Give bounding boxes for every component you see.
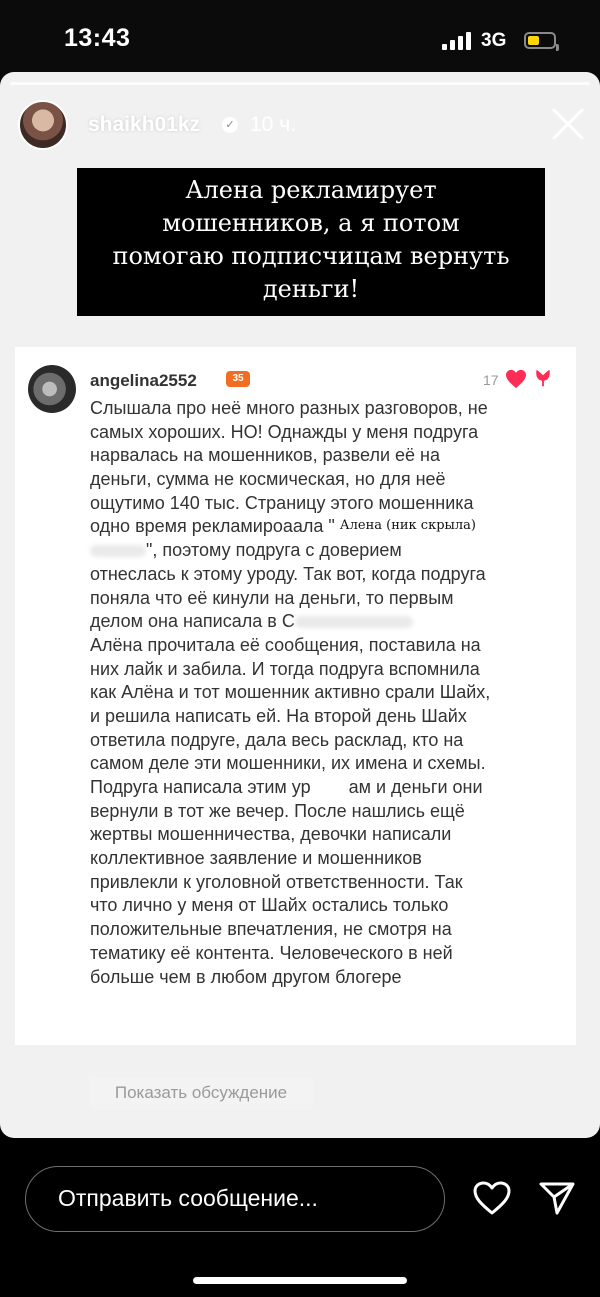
comment-line: привлекли к уголовной ответственности. Т… [90,871,463,892]
level-badge: 35 [226,371,250,387]
caption-line: деньги! [262,275,360,303]
comment-line: и решила написать ей. На второй день Шай… [90,705,467,726]
comment-line: Алёна прочитала её сообщения, поставила … [90,634,481,655]
story-username[interactable]: shaikh01kz [88,113,200,137]
reply-bar: Отправить сообщение... [0,1138,600,1297]
handwritten-annotation: Алена (ник скрыла) [339,518,476,534]
comment-line: нарвалась на мошенников, развели её на [90,445,440,466]
comment-line-text: ам и деньги они [348,777,483,797]
status-bar: 13:43 3G [0,0,600,80]
status-time: 13:43 [64,24,131,52]
redacted-text [294,616,413,629]
comment-line: как Алёна и тот мошенник активно срали Ш… [90,682,491,703]
comment-line: поняла что её кинули на деньги, то первы… [90,587,454,608]
battery-icon [524,32,559,51]
redacted-text [90,545,146,558]
comment-line: них лайк и забила. И тогда подруга вспом… [90,658,480,679]
comment-line: ощутимо 140 тыс. Страницу этого мошенник… [90,492,474,513]
comment-line: делом она написала в С [90,610,560,634]
comment-line: деньги, сумма не космическая, но для неё [90,469,446,490]
comment-line: коллективное заявление и мошенников [90,848,422,869]
comment-line: вернули в тот же вечер. После нашлись ещ… [90,800,465,821]
comment-line: Подруга написала этим ур ам и деньги они [90,776,560,800]
comment-line: самых хороших. НО! Однажды у меня подруг… [90,421,479,442]
network-type: 3G [481,30,507,51]
comment-screenshot: angelina2552 35 17 Слышала про неё много… [15,347,576,1109]
comment-line: положительные впечатления, не смотря на [90,919,452,940]
send-icon[interactable] [538,1180,576,1216]
caption-line: помогаю подписчицам вернуть [112,242,510,270]
comment-line: одно время рекламироаала " Алена (ник ск… [90,515,560,539]
commenter-avatar [28,365,76,413]
comment-line: отнеслась к этому уроду. Так вот, когда … [90,563,486,584]
caption-line: мошенников, а я потом [162,209,460,237]
battery-level [528,36,539,45]
redacted-text [310,782,349,795]
caption-line: Алена рекламирует [185,176,437,204]
comment-line-text: делом она написала в С [90,611,295,632]
story-progress-bar [10,82,590,85]
comment-line: ответила подруге, дала весь расклад, кто… [90,729,464,750]
heart-icon [506,369,526,389]
story-caption: Алена рекламирует мошенников, а я потом … [77,168,545,316]
comment-text: Слышала про неё много разных разговоров,… [90,397,560,989]
comment-line: что лично у меня от Шайх остались только [90,895,449,916]
send-message-input[interactable]: Отправить сообщение... [25,1166,445,1232]
commenter-username: angelina2552 [90,371,197,390]
tulip-icon [536,369,550,387]
story-header: shaikh01kz ✓ 10 ч. [18,100,588,152]
comment-line-text: ", поэтому подруга с доверием [146,540,402,561]
like-count: 17 [483,372,499,388]
close-icon [552,108,584,140]
story-time: 10 ч. [250,113,296,136]
comment-line-text: одно время рекламироаала " [90,516,335,537]
signal-icon [442,32,472,50]
comment-line: самом деле эти мошенники, их имена и схе… [90,753,486,774]
comment-line: Слышала про неё много разных разговоров,… [90,398,488,418]
avatar[interactable] [18,100,68,150]
comment-line: тематику её контента. Человеческого в не… [90,942,453,963]
comment-line-text: Подруга написала этим ур [90,777,311,797]
comment-line: ", поэтому подруга с доверием [90,539,560,563]
close-button[interactable] [548,104,588,144]
home-indicator [193,1277,407,1284]
story-panel[interactable]: shaikh01kz ✓ 10 ч. Алена рекламирует мош… [0,72,600,1138]
show-discussion-button: Показать обсуждение [89,1077,313,1109]
heart-icon[interactable] [472,1180,512,1216]
verified-badge-icon: ✓ [222,117,238,133]
comment-line: жертвы мошенничества, девочки написали [90,824,452,845]
comment-line: больше чем в любом другом блогере [90,966,402,987]
